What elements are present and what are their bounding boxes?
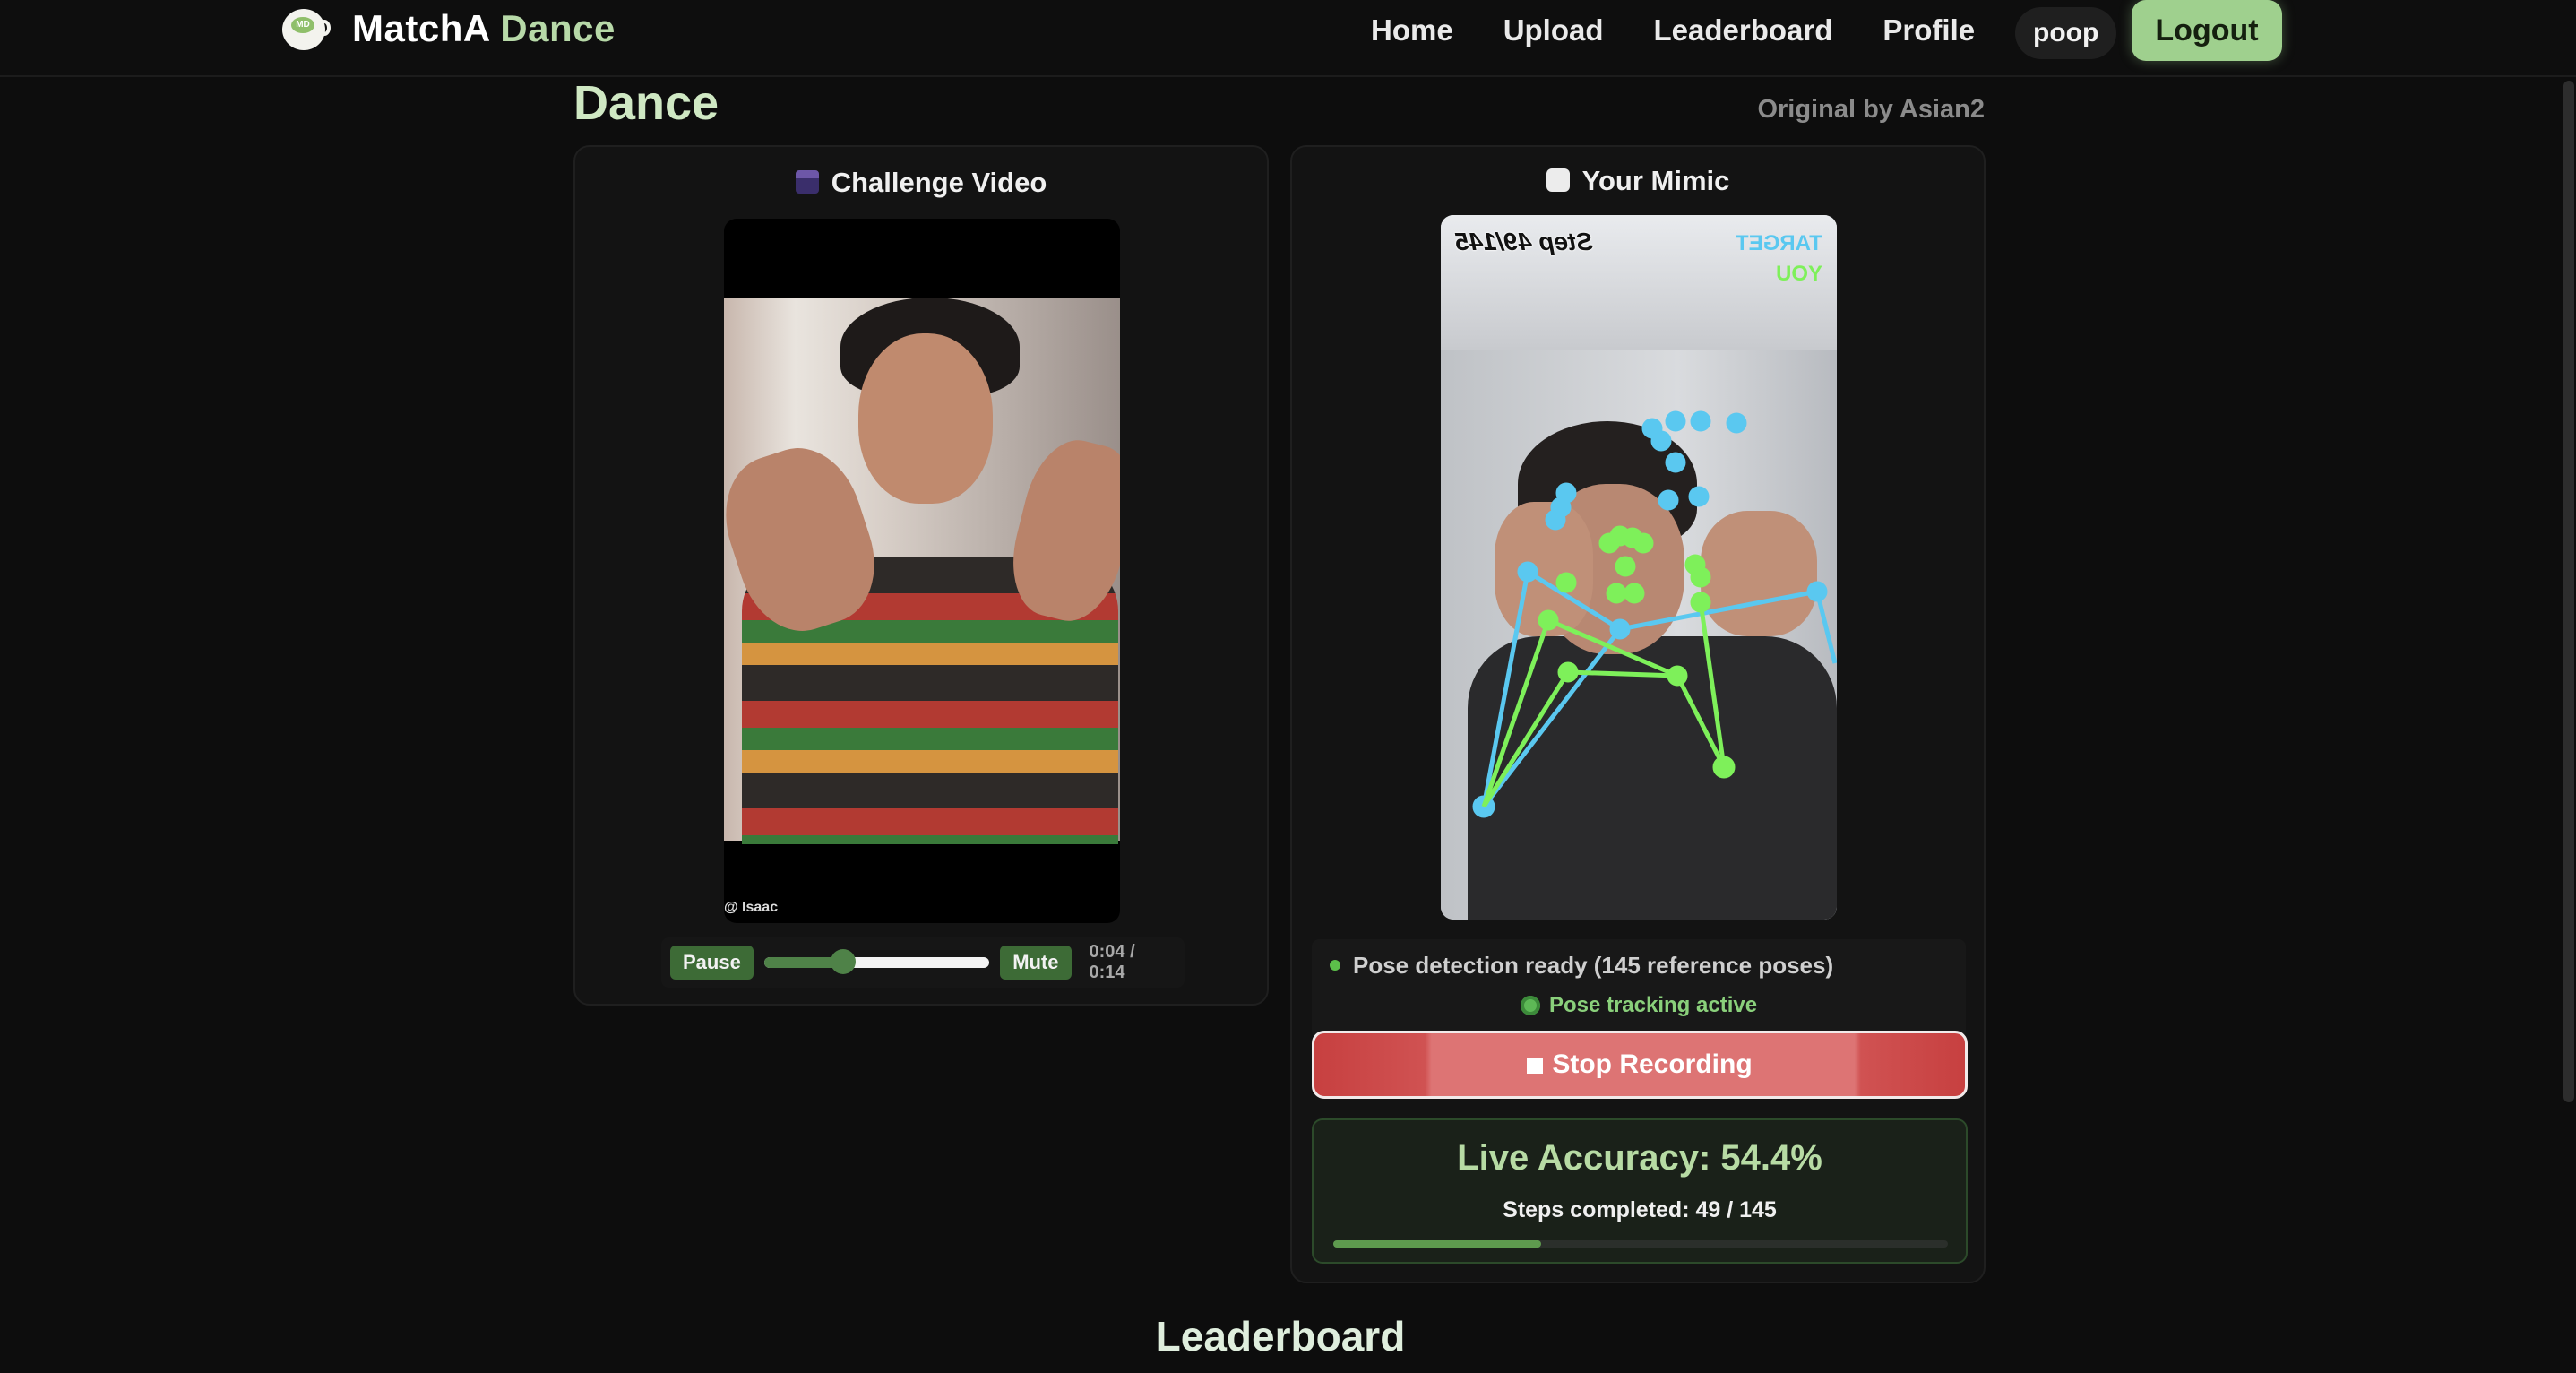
- mimic-heading: Your Mimic: [1292, 165, 1984, 197]
- mimic-title: Your Mimic: [1581, 165, 1730, 196]
- page-title: Dance: [573, 76, 719, 130]
- pose-detection-status: Pose detection ready (145 reference pose…: [1330, 952, 1833, 980]
- clapperboard-icon: [795, 170, 819, 194]
- stop-recording-label: Stop Recording: [1552, 1049, 1753, 1079]
- video-time: 0:04 / 0:14: [1089, 942, 1135, 982]
- stop-recording-button[interactable]: Stop Recording: [1312, 1031, 1968, 1099]
- steps-completed: Steps completed: 49 / 145: [1503, 1197, 1777, 1222]
- nav-link-upload[interactable]: Upload: [1503, 11, 1604, 50]
- logo-text: MD: [291, 17, 314, 33]
- challenge-video[interactable]: @ Isaac: [724, 219, 1120, 923]
- stop-square-icon: [1527, 1058, 1544, 1074]
- user-badge[interactable]: poop: [2015, 7, 2117, 59]
- pose-status-box: Pose detection ready (145 reference pose…: [1312, 939, 1966, 1038]
- legend-you: YOU: [1775, 262, 1822, 286]
- pause-button[interactable]: Pause: [670, 946, 754, 980]
- mimic-panel: Your Mimic Step 49/145 TARGET YOU Pose d…: [1290, 145, 1986, 1283]
- mute-button[interactable]: Mute: [1000, 946, 1072, 980]
- nav-link-home[interactable]: Home: [1371, 11, 1453, 50]
- original-author: Original by Asian2: [1757, 95, 1985, 124]
- nav-link-leaderboard[interactable]: Leaderboard: [1654, 11, 1833, 50]
- logout-button[interactable]: Logout: [2132, 0, 2282, 61]
- challenge-video-title: Challenge Video: [831, 167, 1047, 198]
- pose-tracking-status: Pose tracking active: [1312, 993, 1966, 1018]
- leaderboard-heading: Leaderboard: [1155, 1313, 1406, 1360]
- nav-links: Home Upload Leaderboard Profile: [1371, 11, 2025, 50]
- steps-progress-bar: [1333, 1240, 1948, 1248]
- pose-tracking-status-text: Pose tracking active: [1548, 993, 1758, 1017]
- pose-skeleton-overlay: [1472, 410, 1837, 818]
- challenge-video-scene: [724, 298, 1120, 844]
- brand-name-part1: MatchA: [352, 7, 490, 49]
- tracking-dot-icon: [1520, 996, 1540, 1015]
- seek-knob[interactable]: [830, 949, 856, 974]
- challenge-video-panel: Challenge Video @ Isaac Pause Mute 0:04 …: [573, 145, 1269, 1006]
- challenge-video-heading: Challenge Video: [575, 167, 1267, 199]
- step-counter-overlay: Step 49/145: [1455, 228, 1594, 255]
- video-watermark: @ Isaac: [724, 900, 779, 915]
- video-controls: Pause Mute 0:04 / 0:14: [661, 937, 1185, 988]
- status-dot-icon: [1330, 960, 1340, 971]
- nav-link-profile[interactable]: Profile: [1882, 11, 1975, 50]
- legend-target: TARGET: [1736, 231, 1822, 255]
- live-accuracy: Live Accuracy: 54.4%: [1457, 1138, 1822, 1178]
- page-scrollbar[interactable]: [2563, 81, 2574, 1102]
- top-navbar: MD MatchA Dance Home Upload Leaderboard …: [0, 0, 2576, 77]
- brand[interactable]: MD MatchA Dance: [282, 7, 616, 50]
- steps-progress-fill: [1333, 1240, 1541, 1248]
- brand-name: MatchA Dance: [352, 7, 616, 50]
- camera-icon: [1546, 168, 1570, 192]
- webcam-feed: Step 49/145 TARGET YOU: [1441, 215, 1837, 920]
- brand-name-part2: Dance: [500, 7, 616, 49]
- pose-detection-status-text: Pose detection ready (145 reference pose…: [1353, 952, 1834, 979]
- live-accuracy-box: Live Accuracy: 54.4% Steps completed: 49…: [1312, 1118, 1968, 1264]
- matcha-cup-logo-icon: MD: [282, 7, 332, 50]
- video-seek-slider[interactable]: [763, 949, 990, 974]
